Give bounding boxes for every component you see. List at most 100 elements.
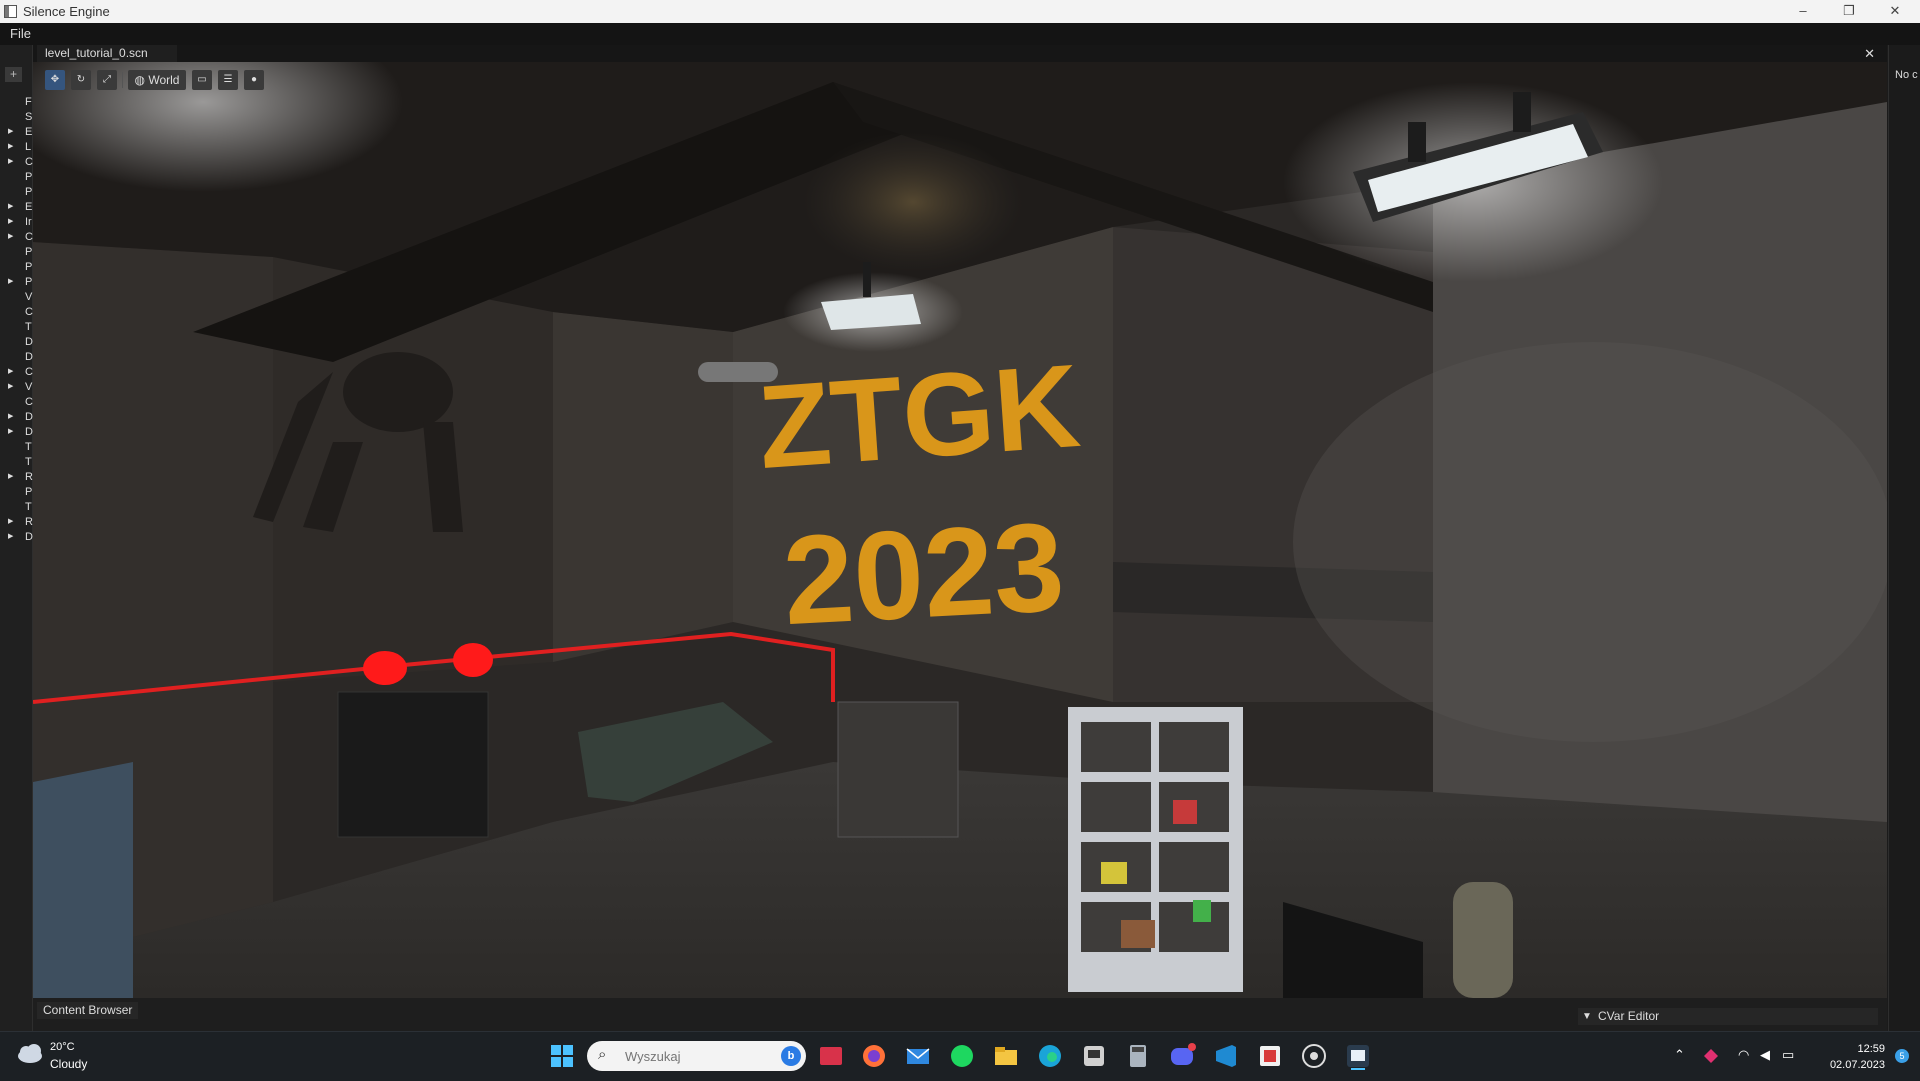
tree-item[interactable]: V [0,290,32,305]
app-icon-tool[interactable] [1256,1042,1284,1070]
window-title: Silence Engine [23,4,110,19]
battery-icon[interactable]: ▭ [1782,1047,1794,1063]
tree-item[interactable]: ▶ E [0,200,32,215]
weather-temperature: 20°C [50,1041,75,1053]
file-explorer-icon[interactable] [992,1042,1020,1070]
clock-time: 12:59 [1857,1043,1885,1055]
wall-text-year: 2023 [780,496,1067,651]
tree-item[interactable]: ▶ P [0,275,32,290]
grid-button[interactable]: ☰ [218,70,238,90]
tree-item-label: T [25,456,32,468]
mail-icon[interactable] [904,1042,932,1070]
tree-item[interactable]: ▶ D [0,425,33,440]
tab-scene[interactable]: level_tutorial_0.scn [37,45,177,62]
vscode-icon[interactable] [1212,1042,1240,1070]
expand-arrow-icon[interactable]: ▶ [8,277,13,285]
search-input[interactable] [623,1048,767,1065]
camera-button[interactable]: ● [244,70,264,90]
tree-item-label: P [25,486,33,498]
add-entity-button[interactable]: + [5,67,22,82]
app-icon-gray[interactable] [1080,1042,1108,1070]
tree-item-label: E [25,201,33,213]
tree-item[interactable]: P [0,170,32,185]
discord-icon[interactable] [1168,1042,1196,1070]
spotify-icon[interactable] [948,1042,976,1070]
edge-icon[interactable] [1036,1042,1064,1070]
globe-icon: ◍ [134,73,145,87]
close-tab-icon[interactable]: ✕ [1864,45,1875,62]
tree-item[interactable]: C [0,305,33,320]
translate-tool-button[interactable]: ✥ [45,70,65,90]
minimize-button[interactable]: – [1780,0,1826,23]
restore-button[interactable]: ❐ [1826,0,1872,23]
rotate-tool-button[interactable]: ↻ [71,70,91,90]
close-button[interactable]: ✕ [1872,0,1918,23]
tree-item[interactable]: ▶ D [0,530,33,545]
tree-item[interactable]: ▶ V [0,380,32,395]
clock[interactable]: 12:59 02.07.2023 [1830,1041,1885,1073]
taskbar-search[interactable]: ⌕ b [587,1041,806,1071]
tab-content-browser[interactable]: Content Browser [37,1002,139,1019]
expand-arrow-icon[interactable]: ▶ [8,217,13,225]
expand-arrow-icon[interactable]: ▶ [8,472,13,480]
tree-item[interactable]: ▶ C [0,155,33,170]
space-toggle-button[interactable]: ◍ World [128,70,186,90]
expand-arrow-icon[interactable]: ▶ [8,367,13,375]
expand-arrow-icon[interactable]: ▶ [8,157,13,165]
firefox-icon[interactable] [860,1042,888,1070]
scale-tool-button[interactable]: ⤢ [97,70,117,90]
tree-item[interactable]: ▶ R [0,515,33,530]
start-icon[interactable] [548,1042,576,1070]
tree-item[interactable]: D [0,350,33,365]
expand-arrow-icon[interactable]: ▶ [8,232,13,240]
tree-item[interactable]: C [0,395,33,410]
wall-text-ztgk: ZTGK [754,340,1084,494]
tree-item[interactable]: ▶ C [0,230,33,245]
obs-icon[interactable] [1300,1042,1328,1070]
tree-item[interactable]: S [0,110,32,125]
tree-item[interactable]: ▶ D [0,410,33,425]
tree-item[interactable]: T [0,455,32,470]
tree-item-label: D [25,531,33,543]
expand-arrow-icon[interactable]: ▶ [8,127,13,135]
tree-item[interactable]: P [0,245,32,260]
tree-item[interactable]: ▶ R [0,470,33,485]
tree-item[interactable]: T [0,320,32,335]
calculator-icon[interactable] [1124,1042,1152,1070]
tree-item[interactable]: ▶ E [0,125,32,140]
tray-app-icon[interactable] [1701,1046,1721,1066]
expand-arrow-icon[interactable]: ▶ [8,142,13,150]
wifi-icon[interactable]: ◠ [1738,1047,1749,1063]
cvar-editor-header[interactable]: ▼ CVar Editor [1578,1008,1878,1025]
tree-item[interactable]: ▶ Ir [0,215,32,230]
tree-item[interactable]: ▶ C [0,365,33,380]
clock-date: 02.07.2023 [1829,1059,1885,1071]
tree-item[interactable]: P [0,185,32,200]
weather-condition: Cloudy [50,1057,88,1071]
app-icon-red[interactable] [817,1042,845,1070]
expand-arrow-icon[interactable]: ▶ [8,427,13,435]
expand-arrow-icon[interactable]: ▶ [8,202,13,210]
tree-item[interactable]: P [0,260,32,275]
space-toggle-label: World [148,73,180,87]
tree-item[interactable]: D [0,335,33,350]
menu-file[interactable]: File [10,26,31,41]
expand-arrow-icon[interactable]: ▶ [8,382,13,390]
notification-badge[interactable]: 5 [1895,1049,1909,1063]
tree-item[interactable]: F [0,95,32,110]
tree-item[interactable]: ▶ L [0,140,32,155]
expand-arrow-icon[interactable]: ▶ [8,532,13,540]
tree-item-label: C [25,396,33,408]
tray-overflow-icon[interactable]: ⌃ [1674,1047,1685,1063]
tree-item[interactable]: T [0,440,32,455]
tree-item[interactable]: P [0,485,32,500]
expand-arrow-icon[interactable]: ▶ [8,412,13,420]
snap-button[interactable]: ▭ [192,70,212,90]
expand-arrow-icon[interactable]: ▶ [8,517,13,525]
volume-icon[interactable]: ◀ [1760,1047,1770,1063]
tree-item[interactable]: T [0,500,32,515]
scene-viewport[interactable]: ZTGK 2023 ✥ ↻ ⤢ ◍ World ▭ ☰ ● [33,62,1887,998]
engine-taskbar-icon[interactable] [1344,1042,1372,1070]
tree-item-label: L [25,141,32,153]
weather-widget[interactable]: 20°C Cloudy [16,1041,87,1071]
